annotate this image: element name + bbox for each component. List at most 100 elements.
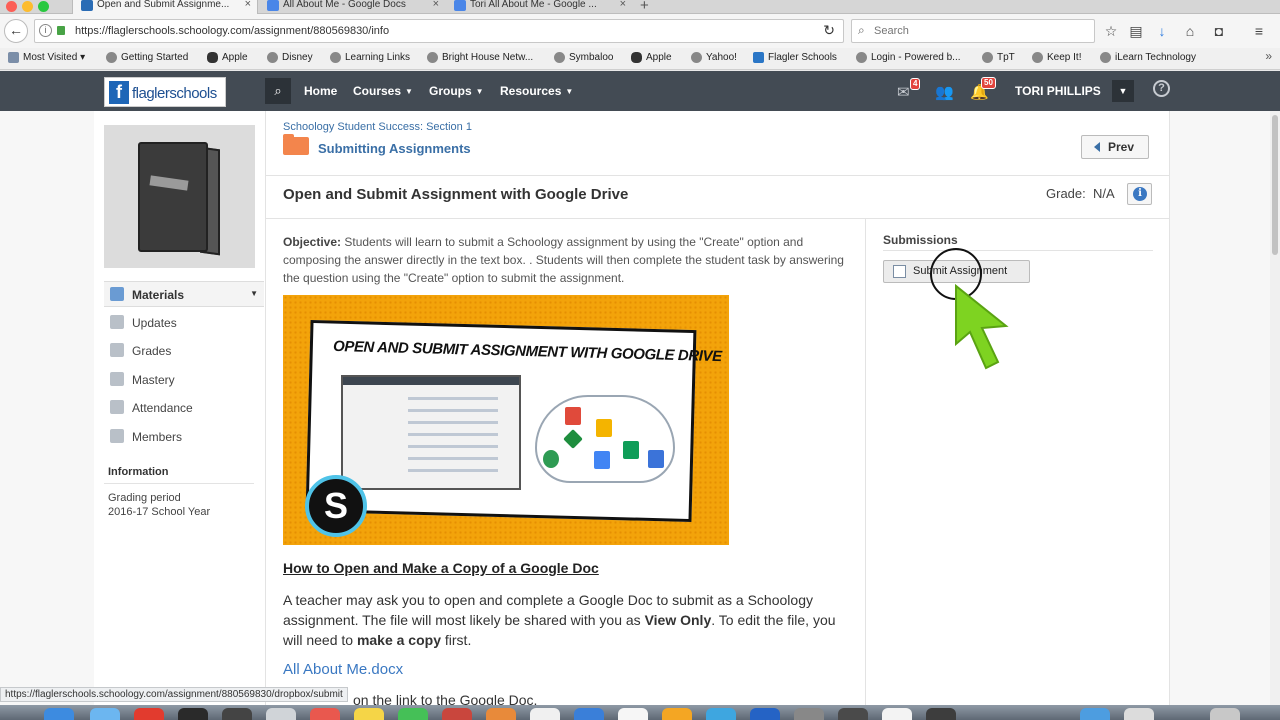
pointer-arrow-icon — [955, 283, 1009, 370]
google-doc-link[interactable]: All About Me.docx — [283, 661, 403, 678]
app-icon[interactable] — [134, 708, 164, 720]
close-tab-icon[interactable]: × — [433, 0, 439, 10]
search-icon[interactable]: ⌕ — [265, 78, 291, 104]
reload-icon[interactable]: ↻ — [823, 22, 835, 39]
more-bookmarks-icon[interactable]: » — [1265, 49, 1272, 63]
nav-groups[interactable]: Groups ▼ — [429, 84, 484, 98]
bookmark-disney[interactable]: Disney — [267, 52, 313, 63]
scrollbar-thumb[interactable] — [1272, 115, 1278, 255]
app-icon[interactable] — [618, 708, 648, 720]
sidebar-item-grades[interactable]: Grades — [104, 338, 264, 364]
tab-tori-doc[interactable]: Tori All About Me - Google ... × — [446, 0, 632, 14]
pocket-icon[interactable]: ◘ — [1210, 23, 1228, 39]
app-icon[interactable] — [486, 708, 516, 720]
hamburger-menu-icon[interactable]: ≡ — [1250, 23, 1268, 39]
sidebar-item-materials[interactable]: Materials ▼ — [104, 281, 264, 307]
prev-button[interactable]: Prev — [1081, 135, 1149, 159]
bookmark-yahoo[interactable]: Yahoo! — [691, 52, 737, 63]
finder-icon[interactable] — [44, 708, 74, 720]
browser-search-input[interactable] — [874, 23, 1074, 39]
minimize-window-icon[interactable] — [22, 1, 33, 12]
calendar-dock-icon[interactable] — [310, 708, 340, 720]
flagler-schools-logo[interactable]: f flaglerschools — [104, 77, 226, 107]
firefox-icon — [106, 52, 117, 63]
tab-assignment[interactable]: Open and Submit Assignme... × — [72, 0, 258, 14]
objective-text: Objective: Students will learn to submit… — [283, 233, 853, 287]
app-icon[interactable] — [706, 708, 736, 720]
page-scrollbar[interactable] — [1270, 111, 1280, 707]
bookmark-bright-house[interactable]: Bright House Netw... — [427, 52, 533, 63]
bookmark-label: TpT — [997, 52, 1015, 63]
materials-icon — [110, 287, 124, 301]
new-tab-icon[interactable]: + — [640, 0, 649, 14]
safari-icon[interactable] — [90, 708, 120, 720]
address-bar[interactable]: i https://flaglerschools.schoology.com/a… — [34, 19, 844, 43]
bookmark-tpt[interactable]: TpT — [982, 52, 1015, 63]
nav-label: Home — [304, 84, 338, 98]
notes-icon[interactable] — [354, 708, 384, 720]
app-icon[interactable] — [882, 708, 912, 720]
app-icon[interactable] — [530, 708, 560, 720]
app-icon[interactable] — [750, 708, 780, 720]
nav-label: Groups — [429, 84, 472, 98]
nav-resources[interactable]: Resources ▼ — [500, 84, 573, 98]
gmail-icon — [565, 407, 581, 425]
page-title: Open and Submit Assignment with Google D… — [283, 186, 629, 203]
nav-courses[interactable]: Courses ▼ — [353, 84, 413, 98]
bookmark-learning-links[interactable]: Learning Links — [330, 52, 410, 63]
help-icon[interactable]: ? — [1153, 80, 1170, 97]
messages-dock-icon[interactable] — [398, 708, 428, 720]
app-icon[interactable] — [662, 708, 692, 720]
site-info-icon[interactable]: i — [39, 24, 52, 37]
back-arrow-icon[interactable]: ← — [4, 19, 28, 43]
bookmark-ilearn[interactable]: iLearn Technology — [1100, 52, 1196, 63]
app-icon[interactable] — [178, 708, 208, 720]
bookmark-login[interactable]: Login - Powered b... — [856, 52, 961, 63]
divider — [104, 483, 254, 484]
assignment-info-button[interactable]: i — [1127, 183, 1152, 205]
app-icon[interactable] — [838, 708, 868, 720]
nav-home[interactable]: Home — [304, 84, 337, 98]
bookmark-apple-2[interactable]: Apple — [631, 52, 672, 63]
app-icon[interactable] — [574, 708, 604, 720]
zoom-window-icon[interactable] — [38, 1, 49, 12]
schoology-logo-icon: S — [305, 475, 367, 537]
close-tab-icon[interactable]: × — [620, 0, 626, 10]
app-icon[interactable] — [1124, 708, 1154, 720]
user-menu-chevron-icon[interactable]: ▼ — [1112, 80, 1134, 102]
bookmark-getting-started[interactable]: Getting Started — [106, 52, 188, 63]
app-icon[interactable] — [266, 708, 296, 720]
bookmark-most-visited[interactable]: Most Visited ▾ — [8, 52, 85, 63]
browser-search-box[interactable]: ⌕ — [851, 19, 1095, 43]
app-icon[interactable] — [794, 708, 824, 720]
para-bold: make a copy — [356, 632, 441, 648]
flagler-icon — [753, 52, 764, 63]
trash-icon[interactable] — [1210, 708, 1240, 720]
breadcrumb[interactable]: Schoology Student Success: Section 1 — [283, 121, 472, 133]
app-icon[interactable] — [1080, 708, 1110, 720]
user-name[interactable]: TORI PHILLIPS — [1015, 84, 1101, 98]
bookmark-flagler-schools[interactable]: Flagler Schools — [753, 52, 837, 63]
close-window-icon[interactable] — [6, 1, 17, 12]
tab-google-docs[interactable]: All About Me - Google Docs × — [259, 0, 445, 14]
downloads-icon[interactable]: ↓ — [1153, 23, 1171, 39]
sidebar-item-updates[interactable]: Updates — [104, 310, 264, 336]
sidebar-item-attendance[interactable]: Attendance — [104, 395, 264, 421]
globe-icon — [982, 52, 993, 63]
connections-icon[interactable]: 👥 — [935, 83, 954, 101]
bookmark-keep-it[interactable]: Keep It! — [1032, 52, 1081, 63]
bookmark-apple[interactable]: Apple — [207, 52, 248, 63]
bookmark-star-icon[interactable]: ☆ — [1102, 23, 1120, 39]
close-tab-icon[interactable]: × — [245, 0, 251, 10]
url-text[interactable]: https://flaglerschools.schoology.com/ass… — [75, 25, 389, 37]
home-icon[interactable]: ⌂ — [1181, 23, 1199, 39]
app-icon[interactable] — [442, 708, 472, 720]
app-icon[interactable] — [926, 708, 956, 720]
messages-icon[interactable]: ✉ — [897, 83, 910, 101]
folder-title[interactable]: Submitting Assignments — [318, 141, 471, 156]
sidebar-item-members[interactable]: Members — [104, 424, 264, 450]
sidebar-item-mastery[interactable]: Mastery — [104, 367, 264, 393]
bookmark-symbaloo[interactable]: Symbaloo — [554, 52, 613, 63]
app-icon[interactable] — [222, 708, 252, 720]
reading-list-icon[interactable]: ▤ — [1127, 23, 1145, 39]
